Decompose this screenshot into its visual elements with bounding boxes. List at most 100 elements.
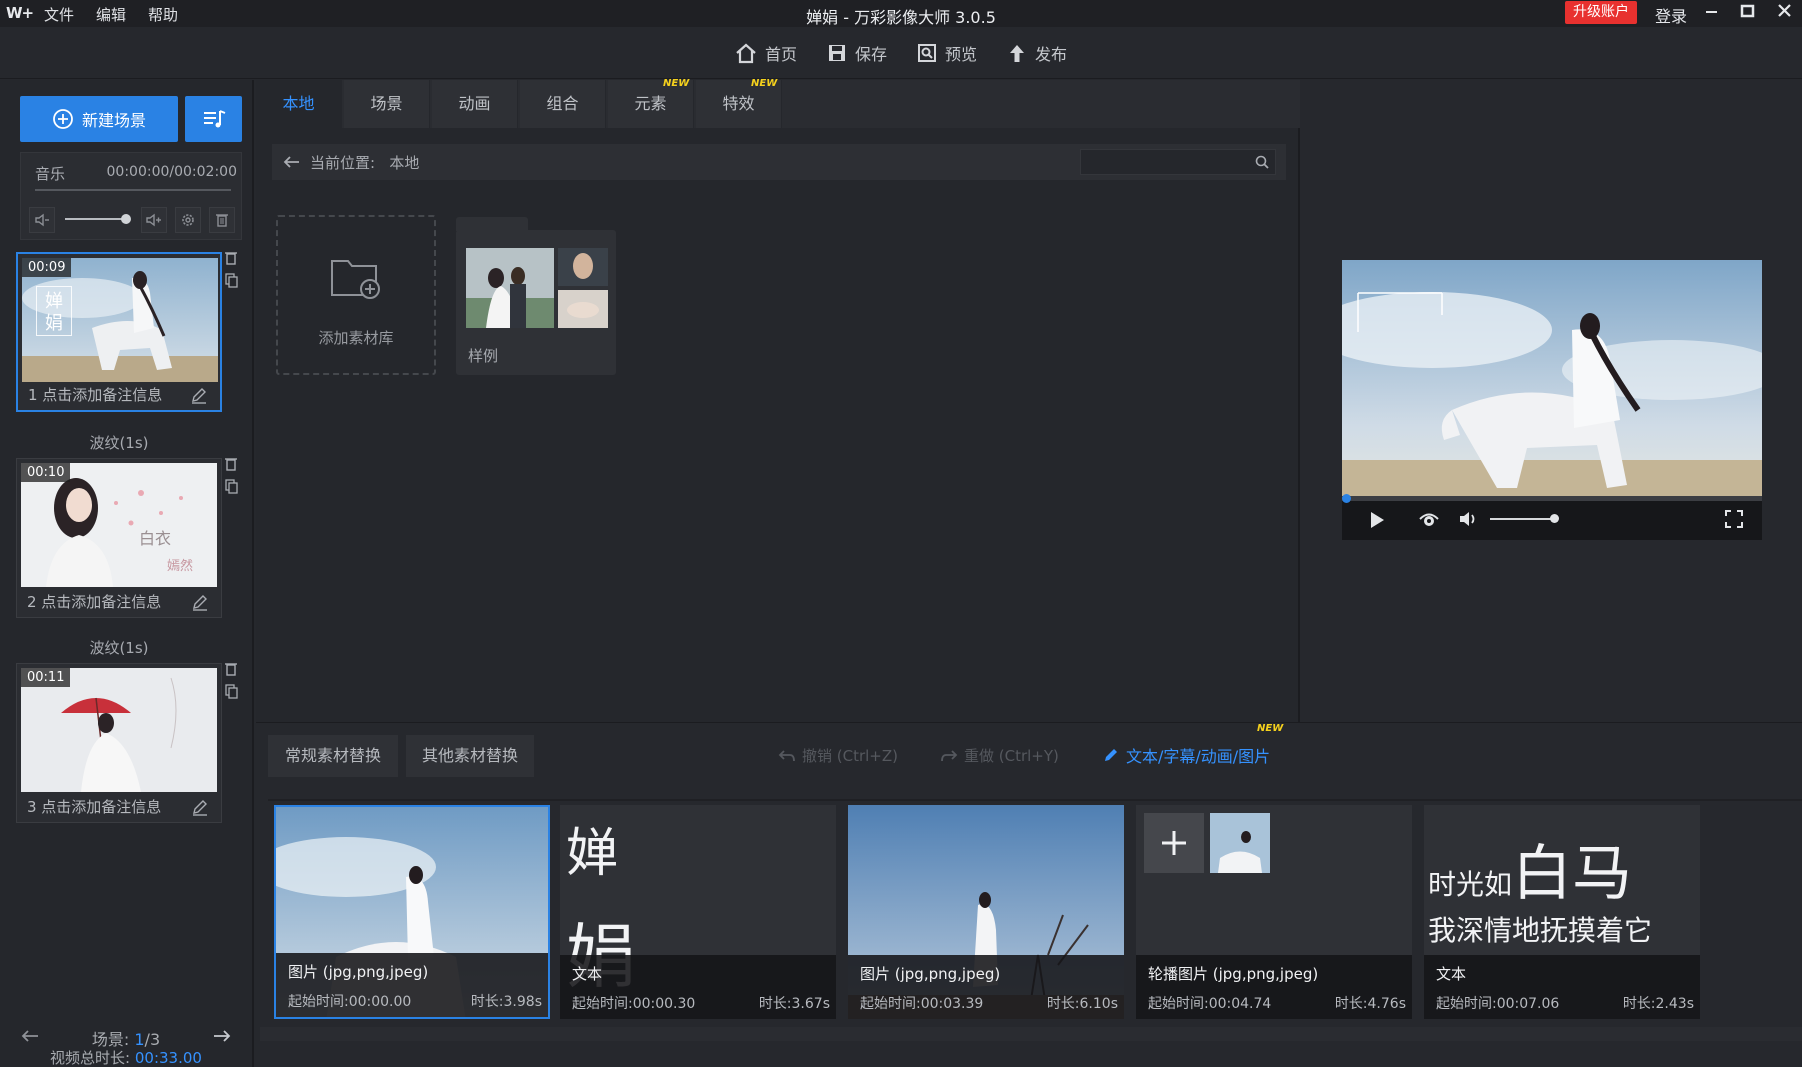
scene-card[interactable]: 00:11 3 点击添加备注信息 (16, 663, 222, 823)
fullscreen-icon[interactable] (1724, 509, 1744, 529)
scene-note[interactable]: 2 点击添加备注信息 (27, 591, 161, 612)
save-button[interactable]: 保存 (826, 40, 887, 66)
delete-scene-icon[interactable] (224, 250, 240, 266)
upgrade-account-button[interactable]: 升级账户 (1565, 1, 1637, 24)
publish-button[interactable]: 发布 (1006, 40, 1067, 66)
delete-scene-icon[interactable] (224, 456, 240, 472)
scene-note[interactable]: 1 点击添加备注信息 (28, 384, 162, 405)
pencil-icon (1105, 749, 1117, 761)
preview-icon (918, 44, 936, 62)
scene-card[interactable]: 白衣 嫣然 00:10 2 点击添加备注信息 (16, 458, 222, 618)
clip-duration: 时长:3.98s (470, 994, 542, 1010)
volume-icon[interactable] (1458, 509, 1480, 529)
settings-icon[interactable] (175, 207, 201, 233)
library-search-input[interactable] (1080, 149, 1276, 175)
login-button[interactable]: 登录 (1655, 3, 1687, 27)
search-icon[interactable] (1254, 154, 1270, 170)
transition-label[interactable]: 波纹(1s) (16, 432, 222, 453)
preview-progress-knob[interactable] (1342, 494, 1351, 503)
preview-video[interactable] (1342, 260, 1762, 496)
scene-overlay-text: 白衣 (139, 529, 172, 548)
library-tabs: 本地 场景 动画 组合 元素 特效 NEW NEW (256, 78, 1300, 128)
volume-up-icon[interactable] (141, 207, 167, 233)
music-label: 音乐 (35, 165, 66, 183)
volume-down-icon[interactable] (29, 207, 55, 233)
undo-icon (778, 749, 795, 761)
clip-info: 图片 (jpg,png,jpeg) 起始时间:00:03.39 时长:6.10s (848, 955, 1124, 1019)
tab-regular-replace[interactable]: 常规素材替换 (268, 735, 398, 777)
new-badge: NEW (663, 78, 690, 89)
edit-icon[interactable] (191, 798, 209, 816)
menu-edit[interactable]: 编辑 (96, 4, 126, 25)
transition-label[interactable]: 波纹(1s) (16, 637, 222, 658)
timeline-clip[interactable]: 时光如白马 我深情地抚摸着它 文本 起始时间:00:07.06 时长:2.43s (1424, 805, 1700, 1019)
sample-folder-label: 样例 (468, 347, 499, 365)
plus-circle-icon (53, 109, 73, 129)
clip-info: 图片 (jpg,png,jpeg) 起始时间:00:00.00 时长:3.98s (276, 953, 548, 1017)
undo-button[interactable]: 撤销 (Ctrl+Z) (778, 745, 898, 766)
timeline-scrollbar[interactable] (260, 1027, 1802, 1041)
copy-scene-icon[interactable] (224, 478, 240, 494)
add-carousel-image-button[interactable] (1144, 813, 1204, 873)
material-replace-panel: 常规素材替换 其他素材替换 撤销 (Ctrl+Z) 重做 (Ctrl+Y) 文本… (256, 722, 1802, 1067)
next-scene-icon[interactable] (212, 1028, 232, 1044)
tab-animation[interactable]: 动画 (432, 80, 518, 128)
add-library-button[interactable]: 添加素材库 (276, 215, 436, 375)
edit-icon[interactable] (190, 386, 208, 404)
tab-other-replace[interactable]: 其他素材替换 (406, 735, 534, 777)
preview-button[interactable]: 预览 (916, 40, 977, 66)
music-progress[interactable] (35, 189, 231, 191)
clip-duration: 时长:2.43s (1622, 996, 1694, 1012)
redo-button[interactable]: 重做 (Ctrl+Y) (940, 745, 1059, 766)
close-icon[interactable] (1770, 0, 1800, 26)
new-badge: NEW (751, 78, 778, 89)
new-scene-button[interactable]: 新建场景 (20, 96, 178, 142)
tab-scene[interactable]: 场景 (344, 80, 430, 128)
menu-help[interactable]: 帮助 (148, 4, 178, 25)
scene-duration: 00:11 (21, 668, 71, 687)
timeline-clip[interactable]: 轮播图片 (jpg,png,jpeg) 起始时间:00:04.74 时长:4.7… (1136, 805, 1412, 1019)
menu-file[interactable]: 文件 (44, 4, 74, 25)
edit-icon[interactable] (191, 593, 209, 611)
scene-footer: 场景: 1/3 视频总时长: 00:33.00 (0, 1020, 252, 1067)
preview-progress-bar[interactable] (1342, 494, 1762, 503)
timeline-clip[interactable]: 婵 娟 文本 起始时间:00:00.30 时长:3.67s (560, 805, 836, 1019)
sample-folder-tab (456, 217, 528, 231)
back-arrow-icon[interactable] (282, 154, 300, 170)
app-logo: W+ (6, 4, 34, 22)
save-icon (829, 45, 845, 61)
edit-text-animation-link[interactable]: 文本/字幕/动画/图片 (1102, 743, 1270, 767)
music-volume-slider[interactable] (65, 218, 125, 220)
scene-note[interactable]: 3 点击添加备注信息 (27, 796, 161, 817)
scene-duration: 00:09 (22, 258, 72, 277)
home-button[interactable]: 首页 (734, 40, 797, 66)
current-location: 当前位置: 本地 (310, 154, 420, 172)
copy-scene-icon[interactable] (224, 683, 240, 699)
maximize-icon[interactable] (1733, 0, 1763, 26)
copy-scene-icon[interactable] (224, 272, 240, 288)
plus-icon (1162, 831, 1186, 855)
tab-combination[interactable]: 组合 (520, 80, 606, 128)
music-volume-knob[interactable] (121, 214, 131, 224)
scene-list-button[interactable] (185, 96, 242, 142)
minimize-icon[interactable] (1697, 0, 1727, 26)
home-icon (736, 43, 756, 64)
scene-card[interactable]: 婵 娟 00:09 1 点击添加备注信息 (16, 252, 222, 412)
sample-folder[interactable]: 样例 (456, 230, 616, 375)
clip-start-time: 起始时间:00:07.06 (1436, 996, 1560, 1012)
new-badge: NEW (1257, 723, 1284, 734)
scene-overlay-text: 嫣然 (167, 559, 194, 574)
clip-info: 文本 起始时间:00:00.30 时长:3.67s (560, 955, 836, 1019)
preview-volume-knob[interactable] (1550, 514, 1559, 523)
play-icon[interactable] (1368, 510, 1386, 530)
timeline-clip[interactable]: 图片 (jpg,png,jpeg) 起始时间:00:03.39 时长:6.10s (848, 805, 1124, 1019)
redo-icon (941, 749, 958, 761)
delete-scene-icon[interactable] (224, 661, 240, 677)
carousel-image-thumbnail[interactable] (1210, 813, 1270, 873)
preview-volume-slider[interactable] (1490, 518, 1554, 520)
timeline-clip[interactable]: 图片 (jpg,png,jpeg) 起始时间:00:00.00 时长:3.98s (274, 805, 550, 1019)
tab-local[interactable]: 本地 (256, 80, 342, 128)
replay-eye-icon[interactable] (1418, 509, 1440, 529)
publish-label: 发布 (1035, 45, 1068, 64)
trash-icon[interactable] (209, 207, 235, 233)
